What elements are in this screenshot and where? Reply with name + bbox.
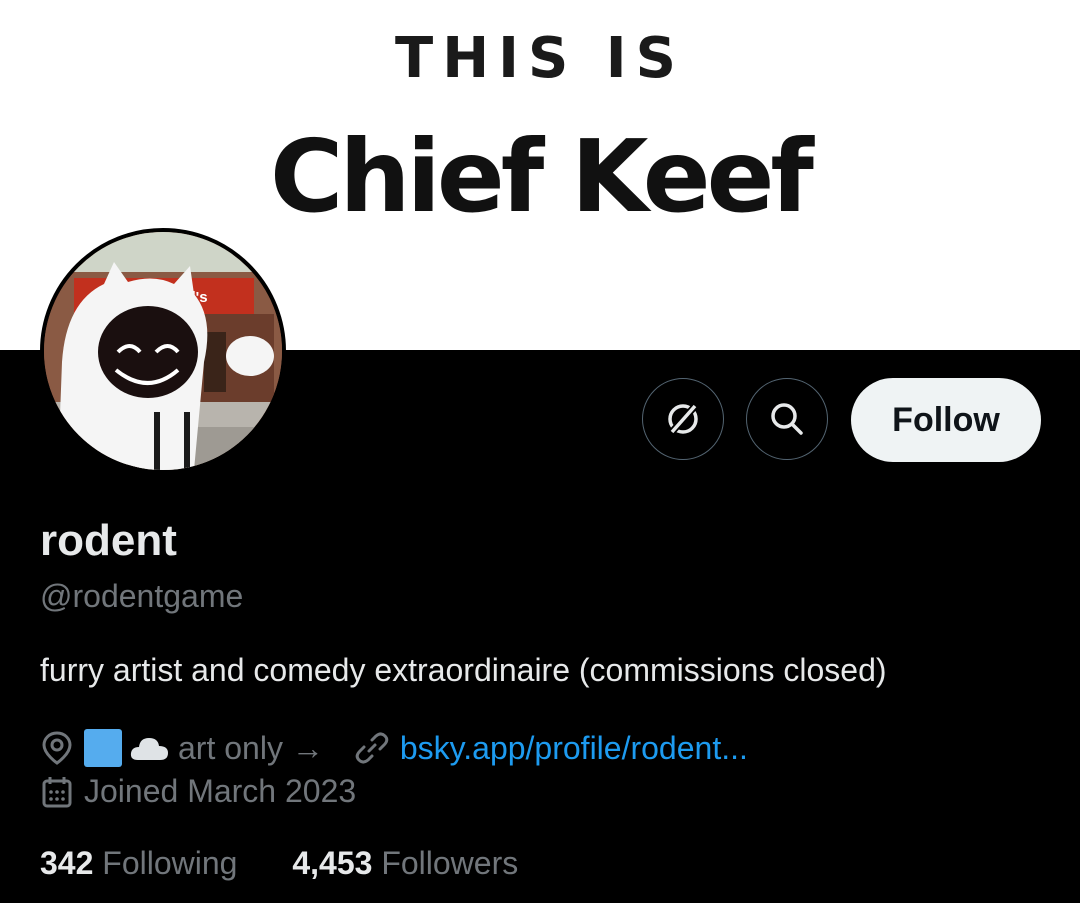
grok-icon xyxy=(668,402,699,436)
avatar[interactable]: McDonald's xyxy=(40,228,286,474)
blue-square-emoji xyxy=(84,729,122,767)
cloud-emoji xyxy=(128,732,170,764)
profile-link[interactable]: bsky.app/profile/rodent... xyxy=(400,730,748,767)
search-icon xyxy=(771,403,803,435)
display-name: rodent xyxy=(40,516,177,565)
following-label: Following xyxy=(102,845,238,881)
location-text: art only → xyxy=(178,729,324,766)
profile-meta-row: art only → bsky.app/profile/rodent... xyxy=(40,729,748,767)
following-count: 342 xyxy=(40,845,94,881)
followers-stat[interactable]: 4,453 Followers xyxy=(292,845,518,882)
search-button[interactable] xyxy=(746,378,828,460)
following-stat[interactable]: 342 Following xyxy=(40,845,237,882)
grok-button[interactable] xyxy=(642,378,724,460)
user-handle: @rodentgame xyxy=(40,578,244,614)
followers-label: Followers xyxy=(381,845,519,881)
avatar-image: McDonald's xyxy=(44,232,282,470)
followers-count: 4,453 xyxy=(292,845,373,881)
location-pin-icon xyxy=(40,730,74,766)
banner-text-line1: THIS IS xyxy=(395,26,685,91)
joined-row: Joined March 2023 xyxy=(40,773,356,810)
bio-text: furry artist and comedy extraordinaire (… xyxy=(40,652,887,688)
joined-date: Joined March 2023 xyxy=(84,773,357,809)
banner-text-line2: Chief Keef xyxy=(270,118,814,235)
link-icon xyxy=(354,730,390,766)
follow-stats: 342 Following 4,453 Followers xyxy=(40,845,518,882)
follow-button[interactable]: Follow xyxy=(851,378,1041,462)
calendar-icon xyxy=(40,775,74,809)
